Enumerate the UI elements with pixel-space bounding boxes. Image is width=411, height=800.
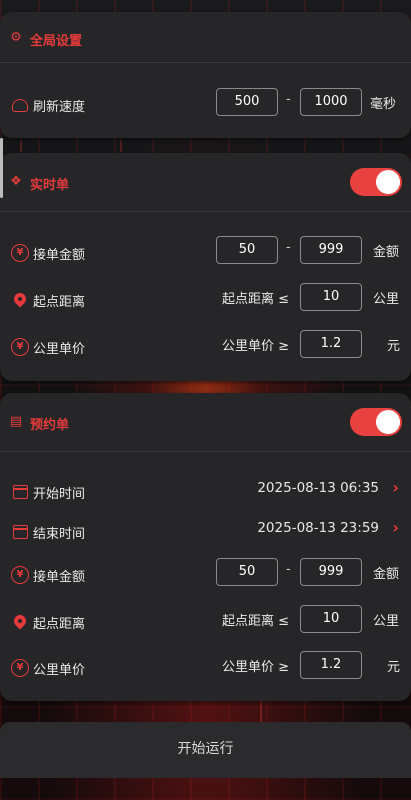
refresh-speed-row: 刷新速度 500 - 1000 毫秒 xyxy=(0,88,411,122)
scroll-indicator[interactable] xyxy=(0,138,3,198)
realtime-order-header: ❖ 实时单 xyxy=(0,153,411,212)
booking-end-time-value[interactable]: 2025-08-13 23:59 xyxy=(257,520,379,536)
booking-distance-row: 起点距离 起点距离 ≤ 10 公里 xyxy=(0,605,411,639)
global-settings-card: ⚙ 全局设置 刷新速度 500 - 1000 毫秒 xyxy=(0,12,411,138)
booking-price-prefix: 公里单价 ≥ xyxy=(222,660,290,675)
refresh-min-input[interactable]: 500 xyxy=(216,88,278,116)
range-separator: - xyxy=(286,92,291,107)
gear-icon: ⚙ xyxy=(10,30,22,45)
booking-price-unit: 元 xyxy=(387,660,401,675)
booking-amount-row: ¥ 接单金额 50 - 999 金额 xyxy=(0,558,411,592)
range-separator: - xyxy=(286,562,291,577)
booking-price-input[interactable]: 1.2 xyxy=(300,651,362,679)
calendar-end-icon xyxy=(13,525,28,539)
refresh-max-input[interactable]: 1000 xyxy=(300,88,362,116)
realtime-distance-label: 起点距离 xyxy=(33,295,86,310)
toggle-knob xyxy=(376,410,400,434)
realtime-price-input[interactable]: 1.2 xyxy=(300,330,362,358)
realtime-distance-row: 起点距离 起点距离 ≤ 10 公里 xyxy=(0,283,411,317)
booking-start-time-row[interactable]: 开始时间 2025-08-13 06:35 › xyxy=(0,475,411,509)
realtime-order-card: ❖ 实时单 ¥ 接单金额 50 - 999 金额 起点距离 起点距离 ≤ 10 … xyxy=(0,153,411,381)
booking-order-header: ▤ 预约单 xyxy=(0,393,411,452)
chevron-right-icon[interactable]: › xyxy=(392,518,399,537)
booking-amount-unit: 金额 xyxy=(373,567,400,582)
location-pin-icon xyxy=(11,612,29,630)
realtime-amount-max-input[interactable]: 999 xyxy=(300,236,362,264)
booking-end-time-label: 结束时间 xyxy=(33,527,86,542)
yuan-icon: ¥ xyxy=(11,566,29,584)
bottom-action-bar: 开始运行 xyxy=(0,722,411,778)
refresh-unit: 毫秒 xyxy=(370,97,397,112)
realtime-amount-row: ¥ 接单金额 50 - 999 金额 xyxy=(0,236,411,270)
global-settings-title: 全局设置 xyxy=(30,34,83,49)
realtime-price-label: 公里单价 xyxy=(33,342,86,357)
diamond-icon: ❖ xyxy=(10,174,22,189)
booking-price-row: ¥ 公里单价 公里单价 ≥ 1.2 元 xyxy=(0,651,411,685)
realtime-amount-label: 接单金额 xyxy=(33,248,86,263)
booking-start-time-label: 开始时间 xyxy=(33,487,86,502)
speedometer-icon xyxy=(12,99,28,112)
location-pin-icon xyxy=(11,290,29,308)
global-settings-header: ⚙ 全局设置 xyxy=(0,12,411,63)
toggle-knob xyxy=(376,170,400,194)
booking-distance-input[interactable]: 10 xyxy=(300,605,362,633)
booking-order-toggle[interactable] xyxy=(350,408,402,436)
start-run-button[interactable]: 开始运行 xyxy=(0,722,411,778)
realtime-amount-unit: 金额 xyxy=(373,245,400,260)
yuan-icon: ¥ xyxy=(11,338,29,356)
booking-price-label: 公里单价 xyxy=(33,663,86,678)
realtime-order-toggle[interactable] xyxy=(350,168,402,196)
chevron-right-icon[interactable]: › xyxy=(392,478,399,497)
calendar-icon xyxy=(13,485,28,499)
realtime-distance-input[interactable]: 10 xyxy=(300,283,362,311)
booking-distance-unit: 公里 xyxy=(373,614,400,629)
booking-start-time-value[interactable]: 2025-08-13 06:35 xyxy=(257,480,379,496)
realtime-distance-unit: 公里 xyxy=(373,292,400,307)
booking-end-time-row[interactable]: 结束时间 2025-08-13 23:59 › xyxy=(0,515,411,549)
yuan-icon: ¥ xyxy=(11,244,29,262)
yuan-icon: ¥ xyxy=(11,659,29,677)
realtime-price-unit: 元 xyxy=(387,339,401,354)
booking-amount-min-input[interactable]: 50 xyxy=(216,558,278,586)
realtime-distance-prefix: 起点距离 ≤ xyxy=(222,292,290,307)
booking-amount-label: 接单金额 xyxy=(33,570,86,585)
realtime-price-prefix: 公里单价 ≥ xyxy=(222,339,290,354)
booking-amount-max-input[interactable]: 999 xyxy=(300,558,362,586)
realtime-order-title: 实时单 xyxy=(30,178,70,193)
range-separator: - xyxy=(286,240,291,255)
realtime-price-row: ¥ 公里单价 公里单价 ≥ 1.2 元 xyxy=(0,330,411,364)
booking-distance-prefix: 起点距离 ≤ xyxy=(222,614,290,629)
refresh-speed-label: 刷新速度 xyxy=(33,100,86,115)
booking-order-card: ▤ 预约单 开始时间 2025-08-13 06:35 › 结束时间 2025-… xyxy=(0,393,411,701)
ticket-icon: ▤ xyxy=(9,414,23,429)
booking-order-title: 预约单 xyxy=(30,418,70,433)
booking-distance-label: 起点距离 xyxy=(33,617,86,632)
realtime-amount-min-input[interactable]: 50 xyxy=(216,236,278,264)
